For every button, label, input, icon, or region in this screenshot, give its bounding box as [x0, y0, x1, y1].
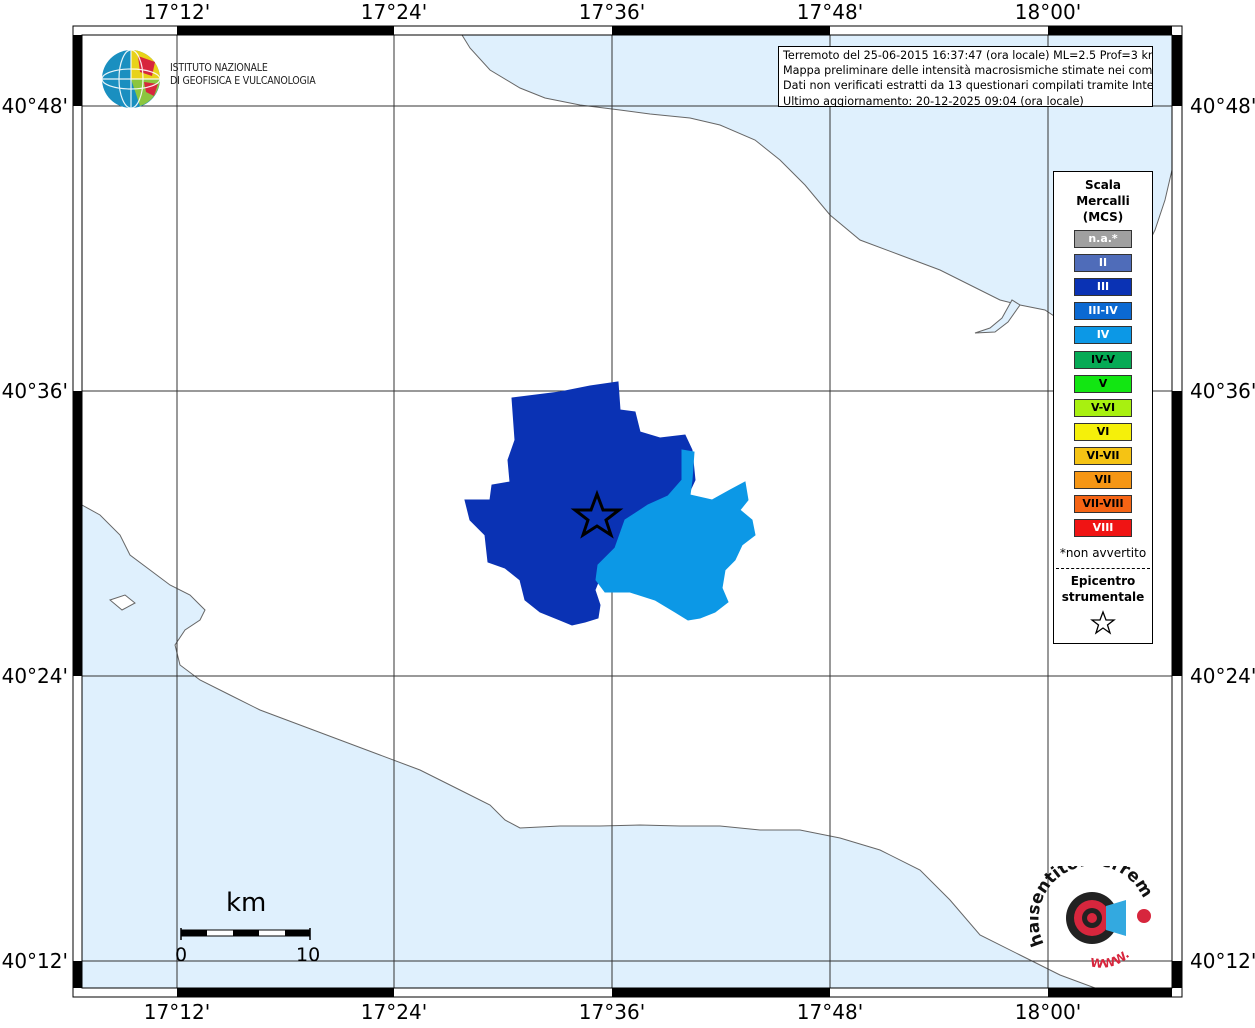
legend-epicenter-line: strumentale: [1061, 590, 1145, 604]
mcs-legend: Scala Mercalli (MCS) n.a.* II III III-IV IV I…: [1053, 171, 1153, 644]
legend-title-line: (MCS): [1082, 210, 1124, 224]
lon-label-top: 17°36': [578, 0, 646, 24]
legend-title-line: Mercalli: [1076, 194, 1130, 208]
legend-swatch-iv: IV: [1074, 326, 1132, 345]
legend-swatch-ii: II: [1074, 254, 1132, 273]
legend-note: *non avvertito: [1059, 546, 1147, 560]
hsit-logo-url: WWW.: [1090, 948, 1133, 972]
svg-text:WWW.: WWW.: [1090, 948, 1133, 972]
info-line-description: Mappa preliminare delle intensità macros…: [783, 64, 1153, 78]
legend-title-line: Scala: [1084, 178, 1122, 192]
ingv-globe-icon: [101, 49, 161, 109]
legend-epicenter-line: Epicentro: [1070, 574, 1136, 588]
lat-label-right: 40°36': [1190, 379, 1255, 403]
macroseismic-map: 17°12' 17°24' 17°36' 17°48' 18°00' 17°12…: [0, 0, 1255, 1024]
earthquake-info-box: Terremoto del 25-06-2015 16:37:47 (ora l…: [778, 46, 1153, 107]
legend-swatch-vii: VII: [1074, 471, 1132, 489]
legend-swatch-iv-v: IV-V: [1074, 350, 1132, 369]
lon-label-top: 17°48': [796, 0, 864, 24]
lon-label-top: 17°24': [360, 0, 428, 24]
lat-label-right: 40°24': [1190, 664, 1255, 688]
legend-divider: [1056, 568, 1150, 569]
legend-swatch-iii-iv: III-IV: [1074, 302, 1132, 321]
lon-label-bottom: 17°36': [578, 1000, 646, 1024]
lat-label-left: 40°12': [1, 949, 68, 973]
lat-label-left: 40°24': [1, 664, 68, 688]
legend-title: Scala Mercalli (MCS): [1054, 177, 1152, 225]
scale-bar-graphic: [180, 928, 311, 940]
lon-label-bottom: 17°24': [360, 1000, 428, 1024]
legend-swatch-vi: VI: [1074, 422, 1132, 441]
info-line-updated: Ultimo aggiornamento: 20-12-2025 09:04 (…: [783, 94, 1084, 107]
legend-swatch-n-a: n.a.*: [1074, 230, 1132, 248]
hsit-logo: haisentitoilterremoto.it WWW.: [1023, 850, 1160, 976]
lat-label-left: 40°36': [1, 379, 68, 403]
info-line-event: Terremoto del 25-06-2015 16:37:47 (ora l…: [783, 49, 1153, 62]
star-outline-icon: [1090, 610, 1116, 635]
info-line-source: Dati non verificati estratti da 13 quest…: [783, 79, 1153, 93]
legend-swatch-v-vi: V-VI: [1074, 398, 1132, 417]
hsit-logo-graphic: haisentitoilterremoto.it WWW.: [1023, 850, 1156, 972]
lon-label-bottom: 18°00': [1014, 1000, 1082, 1024]
ingv-name-line2: DI GEOFISICA E VULCANOLOGIA: [170, 75, 316, 87]
lon-label-top: 17°12': [143, 0, 211, 24]
legend-swatch-iii: III: [1074, 278, 1132, 297]
scale-min-label: 0: [175, 944, 188, 966]
lon-label-top: 18°00': [1014, 0, 1082, 24]
legend-swatch-viii: VIII: [1074, 519, 1132, 538]
scale-max-label: 10: [296, 944, 321, 966]
lat-label-left: 40°48': [1, 94, 68, 118]
scale-bar: km 0 10: [170, 888, 330, 968]
scale-unit: km: [226, 888, 267, 918]
legend-epicenter-label: Epicentro strumentale: [1054, 573, 1152, 605]
lat-label-right: 40°48': [1190, 94, 1255, 118]
ingv-name-line1: ISTITUTO NAZIONALE: [170, 62, 268, 74]
legend-swatch-v: V: [1074, 374, 1132, 393]
lon-label-bottom: 17°48': [796, 1000, 864, 1024]
legend-swatch-vii-viii: VII-VIII: [1074, 495, 1132, 514]
legend-swatch-vi-vii: VI-VII: [1074, 446, 1132, 465]
ingv-name: ISTITUTO NAZIONALE DI GEOFISICA E VULCAN…: [170, 62, 316, 88]
lon-label-bottom: 17°12': [143, 1000, 211, 1024]
lat-label-right: 40°12': [1190, 949, 1255, 973]
